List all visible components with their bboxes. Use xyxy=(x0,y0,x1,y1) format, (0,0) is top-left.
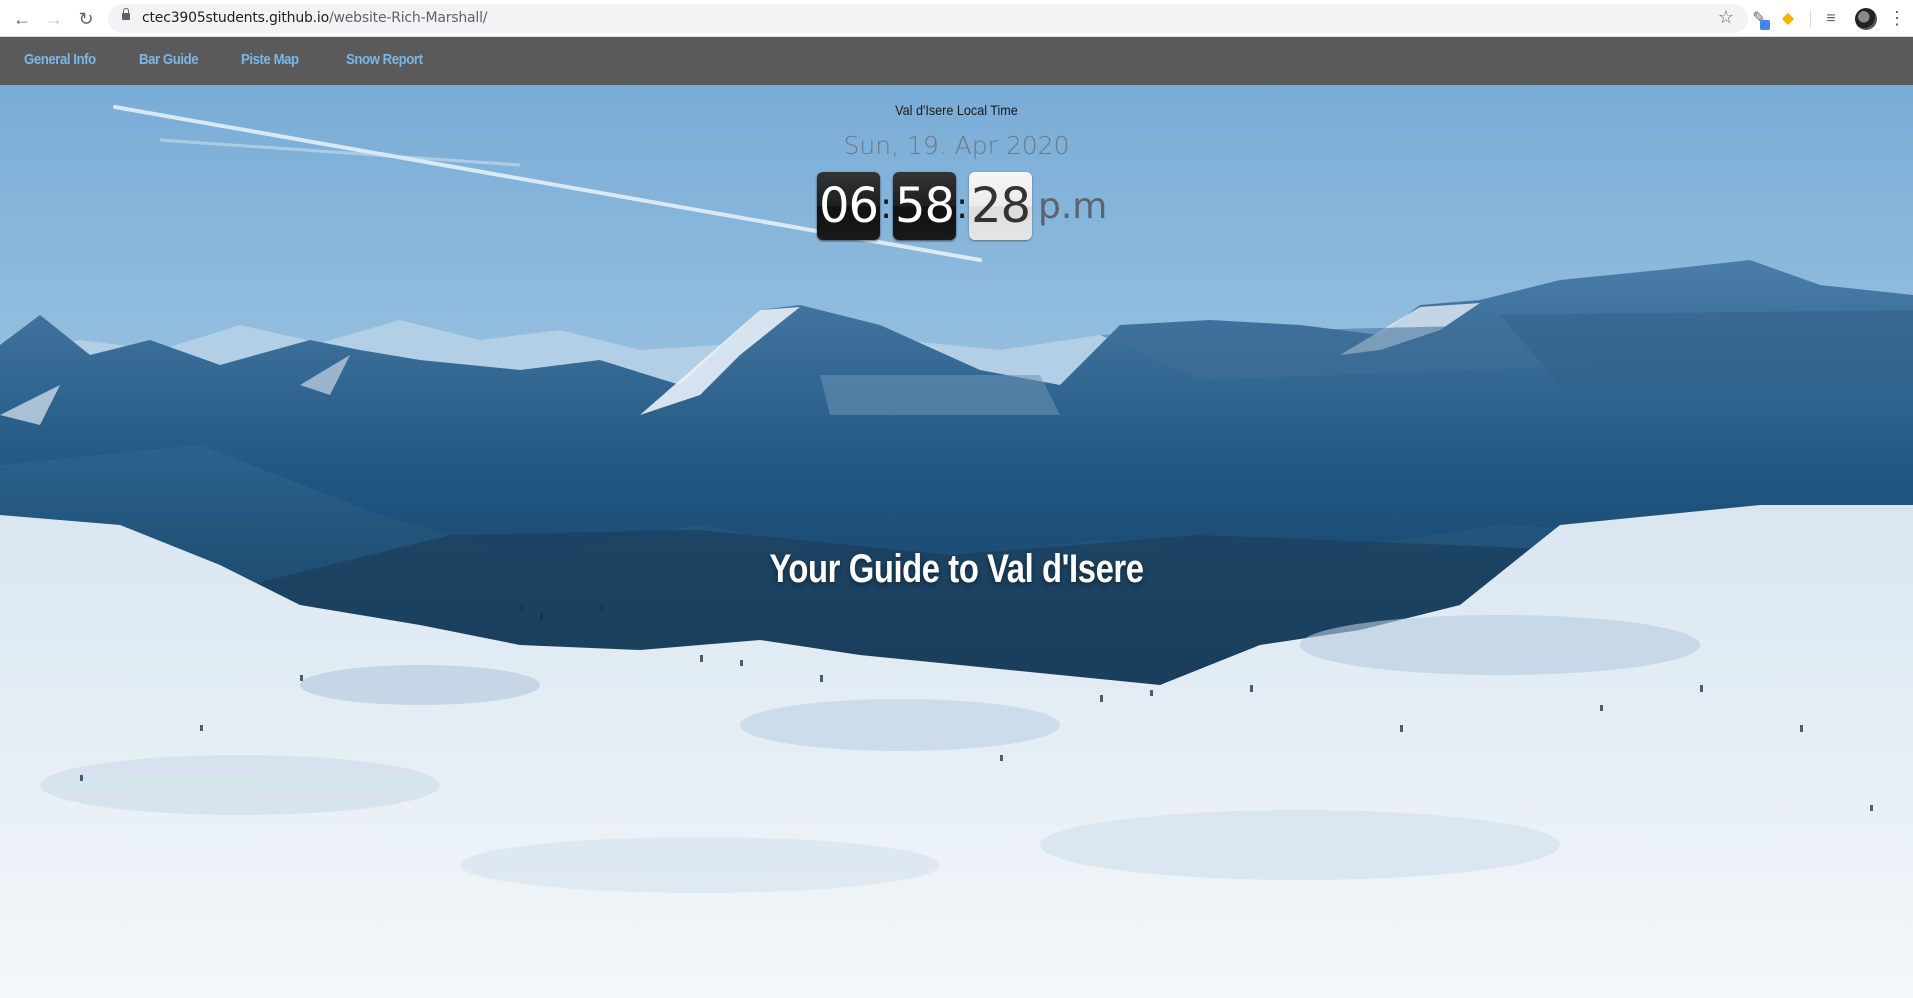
url-host: ctec3905students.github.io xyxy=(142,10,329,26)
back-arrow-icon[interactable]: ← xyxy=(10,7,34,31)
nav-general-info[interactable]: General Info xyxy=(24,51,96,68)
toolbar-divider xyxy=(1810,10,1811,28)
clock-separator: : xyxy=(956,186,969,227)
site-nav: General Info Bar Guide Piste Map Snow Re… xyxy=(0,37,1913,85)
browser-toolbar: ← → ↻ ctec3905students.github.io/website… xyxy=(0,0,1913,37)
media-queue-icon[interactable]: ≡ xyxy=(1820,8,1842,30)
url-path: /website-Rich-Marshall/ xyxy=(329,10,488,26)
forward-arrow-icon[interactable]: → xyxy=(42,7,66,31)
nav-snow-report[interactable]: Snow Report xyxy=(346,51,423,68)
profile-avatar[interactable] xyxy=(1855,8,1877,30)
extension-fish-icon[interactable]: ◆ xyxy=(1777,8,1799,30)
hero-headline: Your Guide to Val d'Isere xyxy=(769,546,1144,591)
address-bar[interactable]: ctec3905students.github.io/website-Rich-… xyxy=(108,4,1748,33)
nav-piste-map[interactable]: Piste Map xyxy=(241,51,299,68)
url-text[interactable]: ctec3905students.github.io/website-Rich-… xyxy=(142,10,488,26)
extension-pen-icon[interactable]: ✎ xyxy=(1748,8,1770,30)
clock-hours: 06 xyxy=(817,172,880,240)
clock-separator: : xyxy=(880,186,893,227)
browser-menu-icon[interactable]: ⋮ xyxy=(1888,7,1906,29)
bookmark-star-icon[interactable]: ☆ xyxy=(1718,7,1734,28)
lock-icon[interactable] xyxy=(122,8,130,20)
hero-section: Val d'Isere Local Time Sun, 19. Apr 2020… xyxy=(0,85,1913,998)
clock-minutes: 58 xyxy=(893,172,956,240)
clock-ampm: p.m xyxy=(1038,186,1108,227)
nav-bar-guide[interactable]: Bar Guide xyxy=(139,51,199,68)
reload-icon[interactable]: ↻ xyxy=(74,7,98,31)
local-time-label: Val d'Isere Local Time xyxy=(895,102,1018,118)
clock-seconds: 28 xyxy=(969,172,1032,240)
current-date: Sun, 19. Apr 2020 xyxy=(843,131,1070,160)
